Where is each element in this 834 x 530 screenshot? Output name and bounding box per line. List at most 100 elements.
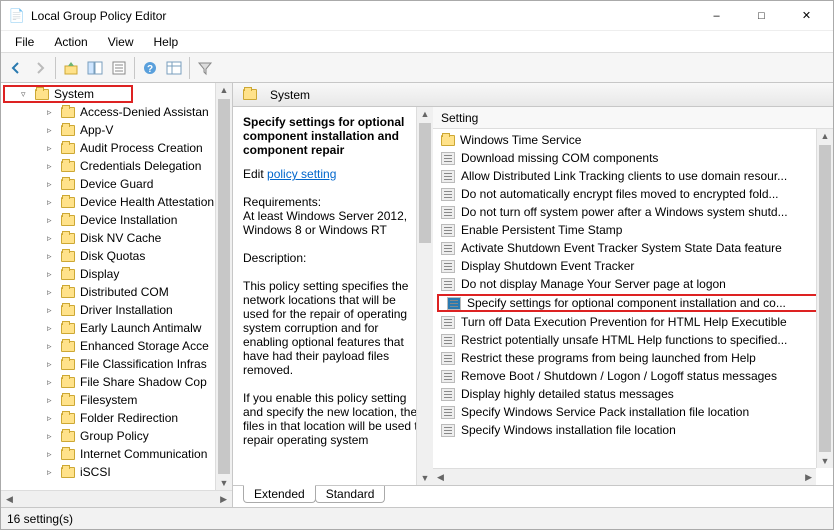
tree-horizontal-scrollbar[interactable]: ◀ ▶ [1,490,232,507]
list-vertical-scrollbar[interactable]: ▲ ▼ [816,129,833,468]
tree-item[interactable]: ▹Folder Redirection [1,409,232,427]
chevron-right-icon[interactable]: ▹ [47,305,57,316]
tree-item[interactable]: ▹Disk Quotas [1,247,232,265]
tree-item[interactable]: ▹Early Launch Antimalw [1,319,232,337]
menu-help[interactable]: Help [144,33,189,51]
back-button[interactable] [5,57,27,79]
tree-item[interactable]: ▹Device Health Attestation [1,193,232,211]
scroll-thumb[interactable] [218,99,230,474]
description-scrollbar[interactable]: ▲ ▼ [416,107,433,485]
edit-policy-link[interactable]: policy setting [267,167,336,181]
chevron-down-icon[interactable]: ▿ [21,89,31,100]
list-view-button[interactable] [163,57,185,79]
settings-row[interactable]: Turn off Data Execution Prevention for H… [433,313,833,331]
settings-column-header[interactable]: Setting [433,107,833,129]
chevron-right-icon[interactable]: ▹ [47,233,57,244]
maximize-button[interactable]: □ [739,2,784,30]
chevron-right-icon[interactable]: ▹ [47,107,57,118]
settings-row[interactable]: Restrict potentially unsafe HTML Help fu… [433,331,833,349]
tree-item[interactable]: ▹App-V [1,121,232,139]
tree-item[interactable]: ▹Group Policy [1,427,232,445]
tree-item[interactable]: ▹iSCSI [1,463,232,481]
chevron-right-icon[interactable]: ▹ [47,377,57,388]
tree-item[interactable]: ▹Device Guard [1,175,232,193]
settings-row[interactable]: Enable Persistent Time Stamp [433,221,833,239]
scroll-thumb[interactable] [819,145,831,452]
help-button[interactable]: ? [139,57,161,79]
scroll-right-icon[interactable]: ▶ [216,494,231,505]
menu-action[interactable]: Action [44,33,97,51]
chevron-right-icon[interactable]: ▹ [47,251,57,262]
chevron-right-icon[interactable]: ▹ [47,161,57,172]
chevron-right-icon[interactable]: ▹ [47,215,57,226]
settings-row[interactable]: Restrict these programs from being launc… [433,349,833,367]
scroll-down-icon[interactable]: ▼ [417,471,433,485]
tree-item[interactable]: ▹Distributed COM [1,283,232,301]
up-button[interactable] [60,57,82,79]
tab-standard[interactable]: Standard [315,486,386,503]
tree-item[interactable]: ▹Access-Denied Assistan [1,103,232,121]
tree-item[interactable]: ▹Enhanced Storage Acce [1,337,232,355]
scroll-down-icon[interactable]: ▼ [817,454,833,468]
tree-item[interactable]: ▹Display [1,265,232,283]
scroll-up-icon[interactable]: ▲ [817,129,833,143]
settings-row[interactable]: Specify settings for optional component … [437,294,825,312]
minimize-button[interactable]: – [694,2,739,30]
scroll-left-icon[interactable]: ◀ [2,494,17,505]
tree-vertical-scrollbar[interactable]: ▲ ▼ [215,83,232,490]
menu-view[interactable]: View [98,33,144,51]
tree-item[interactable]: ▹Driver Installation [1,301,232,319]
settings-row[interactable]: Download missing COM components [433,149,833,167]
scroll-down-icon[interactable]: ▼ [216,476,232,490]
menu-file[interactable]: File [5,33,44,51]
scroll-thumb[interactable] [419,123,431,243]
chevron-right-icon[interactable]: ▹ [47,179,57,190]
settings-row[interactable]: Specify Windows Service Pack installatio… [433,403,833,421]
scroll-up-icon[interactable]: ▲ [417,107,433,121]
scroll-left-icon[interactable]: ◀ [433,472,448,483]
tree-item[interactable]: ▹Audit Process Creation [1,139,232,157]
tree-item[interactable]: ▹File Share Shadow Cop [1,373,232,391]
settings-row[interactable]: Windows Time Service [433,131,833,149]
chevron-right-icon[interactable]: ▹ [47,197,57,208]
scroll-right-icon[interactable]: ▶ [801,472,816,483]
tree-item[interactable]: ▹Disk NV Cache [1,229,232,247]
chevron-right-icon[interactable]: ▹ [47,125,57,136]
list-horizontal-scrollbar[interactable]: ◀ ▶ [433,468,816,485]
forward-button[interactable] [29,57,51,79]
settings-row[interactable]: Do not turn off system power after a Win… [433,203,833,221]
tab-extended[interactable]: Extended [243,485,316,503]
settings-row[interactable]: Display highly detailed status messages [433,385,833,403]
tree-scroll[interactable]: ▿ System ▹Access-Denied Assistan▹App-V▹A… [1,83,232,490]
filter-button[interactable] [194,57,216,79]
chevron-right-icon[interactable]: ▹ [47,467,57,478]
chevron-right-icon[interactable]: ▹ [47,413,57,424]
scroll-up-icon[interactable]: ▲ [216,83,232,97]
tree-item[interactable]: ▹Filesystem [1,391,232,409]
chevron-right-icon[interactable]: ▹ [47,359,57,370]
chevron-right-icon[interactable]: ▹ [47,269,57,280]
settings-row[interactable]: Allow Distributed Link Tracking clients … [433,167,833,185]
chevron-right-icon[interactable]: ▹ [47,341,57,352]
show-hide-tree-button[interactable] [84,57,106,79]
tree-item[interactable]: ▹File Classification Infras [1,355,232,373]
settings-row[interactable]: Activate Shutdown Event Tracker System S… [433,239,833,257]
tree-item[interactable]: ▹Device Installation [1,211,232,229]
settings-row[interactable]: Do not display Manage Your Server page a… [433,275,833,293]
tree-item-system[interactable]: ▿ System [3,85,133,103]
properties-button[interactable] [108,57,130,79]
tree-item[interactable]: ▹Credentials Delegation [1,157,232,175]
chevron-right-icon[interactable]: ▹ [47,287,57,298]
chevron-right-icon[interactable]: ▹ [47,431,57,442]
settings-row[interactable]: Display Shutdown Event Tracker [433,257,833,275]
settings-row[interactable]: Remove Boot / Shutdown / Logon / Logoff … [433,367,833,385]
close-button[interactable]: ✕ [784,2,829,30]
chevron-right-icon[interactable]: ▹ [47,449,57,460]
folder-icon [61,269,75,280]
chevron-right-icon[interactable]: ▹ [47,143,57,154]
tree-item[interactable]: ▹Internet Communication [1,445,232,463]
chevron-right-icon[interactable]: ▹ [47,323,57,334]
settings-row[interactable]: Do not automatically encrypt files moved… [433,185,833,203]
settings-row[interactable]: Specify Windows installation file locati… [433,421,833,439]
chevron-right-icon[interactable]: ▹ [47,395,57,406]
